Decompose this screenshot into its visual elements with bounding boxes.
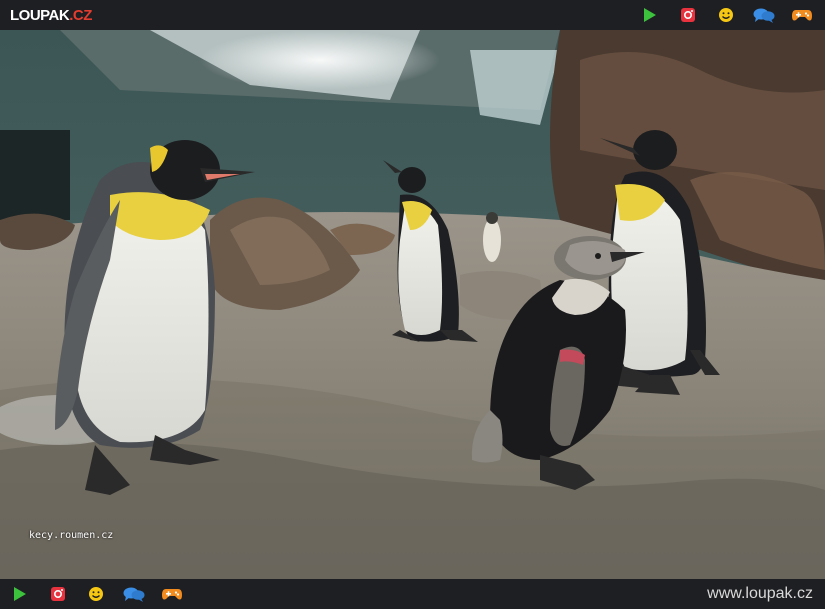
logo-main-text: LOUPAK [10, 6, 70, 24]
chat-icon[interactable] [123, 585, 145, 603]
top-bar: LOUPAK .CZ [0, 0, 825, 30]
main-photo: kecy.roumen.cz [0, 30, 825, 579]
logo-tld-text: .CZ [69, 6, 92, 24]
smiley-icon[interactable] [715, 6, 737, 24]
instagram-icon[interactable] [677, 6, 699, 24]
gamepad-icon[interactable] [161, 585, 183, 603]
instagram-icon[interactable] [47, 585, 69, 603]
bottom-bar: www.loupak.cz [0, 579, 825, 609]
bottom-nav-icons [9, 585, 183, 603]
site-url-link[interactable]: www.loupak.cz [707, 585, 813, 603]
site-logo[interactable]: LOUPAK .CZ [10, 7, 92, 24]
play-icon[interactable] [9, 585, 31, 603]
penguins-photo [0, 30, 825, 579]
gamepad-icon[interactable] [791, 6, 813, 24]
photo-watermark: kecy.roumen.cz [29, 530, 114, 541]
chat-icon[interactable] [753, 6, 775, 24]
smiley-icon[interactable] [85, 585, 107, 603]
top-nav-icons [639, 6, 813, 24]
play-icon[interactable] [639, 6, 661, 24]
